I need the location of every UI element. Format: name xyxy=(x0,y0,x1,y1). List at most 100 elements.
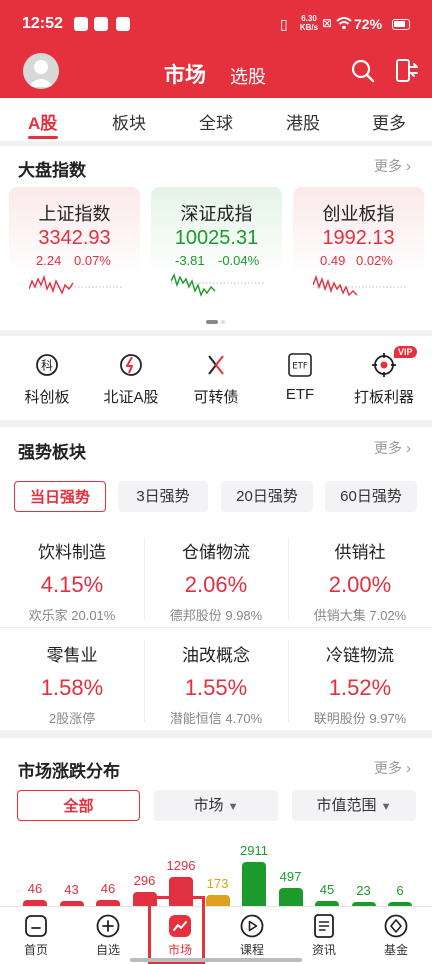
sector-change-pct: 4.15% xyxy=(40,572,104,597)
index-value: 1992.13 xyxy=(322,227,395,249)
shortcut-star-board[interactable]: 科 科创板 xyxy=(7,352,87,407)
filter-label: 市场 xyxy=(193,797,224,814)
distribution-more-link[interactable]: 更多 › xyxy=(374,758,411,778)
index-change: 0.49 xyxy=(320,253,346,268)
distribution-bar-label: 46 xyxy=(27,881,43,897)
divider xyxy=(144,538,145,620)
home-icon xyxy=(25,915,47,937)
distribution-bar-label: 45 xyxy=(319,881,335,897)
sector-name: 油改概念 xyxy=(182,646,250,665)
avatar[interactable] xyxy=(23,53,59,89)
index-change-pct: 0.07% xyxy=(74,253,111,268)
sector-card[interactable]: 冷链物流 1.52% 联明股份 9.97% xyxy=(288,641,432,727)
shortcut-etf[interactable]: ETF ETF xyxy=(260,352,340,403)
sector-card[interactable]: 供销社 2.00% 供销大集 7.02% xyxy=(288,538,432,624)
distribution-bar xyxy=(242,862,266,906)
distribution-section: 市场涨跌分布 更多 › 全部 市场 ▼ 市值范围 ▼ 46 43 46 296 1296 1… xyxy=(0,738,432,906)
shortcut-limit-up-tool[interactable]: 打板利器 xyxy=(344,352,424,407)
filter-20day-strong[interactable]: 20日强势 xyxy=(221,481,313,512)
nav-home[interactable]: 首页 xyxy=(6,913,66,958)
nav-news[interactable]: 资讯 xyxy=(294,913,354,958)
mail-icon xyxy=(94,17,108,31)
index-change-pct: 0.02% xyxy=(356,253,393,268)
distribution-bar-label: 2911 xyxy=(240,843,268,858)
switch-device-icon[interactable] xyxy=(394,57,420,85)
sector-name: 零售业 xyxy=(46,646,98,665)
more-label: 更多 xyxy=(374,760,402,776)
filter-3day-strong[interactable]: 3日强势 xyxy=(118,481,208,512)
status-bar: 12:52 ▯ 6.30 KB/s ⊠ 72% xyxy=(0,0,432,48)
filter-market-cap[interactable]: 市值范围 ▼ xyxy=(292,790,416,821)
section-title: 强势板块 xyxy=(18,443,86,462)
index-card-shanghai[interactable]: 上证指数 3342.93 2.24 0.07% xyxy=(9,187,140,316)
beijing-exchange-icon xyxy=(120,354,142,376)
status-time: 12:52 xyxy=(22,15,63,32)
caret-down-icon: ▼ xyxy=(227,801,239,813)
nav-label: 自选 xyxy=(95,943,120,957)
page-title[interactable]: 市场 xyxy=(164,59,206,89)
app-notification-icon xyxy=(116,17,130,31)
distribution-bar xyxy=(205,895,230,906)
index-card-chinext[interactable]: 创业板指 1992.13 0.49 0.02% xyxy=(293,187,424,316)
tab-hk-shares[interactable]: 港股 xyxy=(286,109,320,134)
sector-card[interactable]: 零售业 1.58% 2股涨停 xyxy=(0,641,144,727)
nav-fund[interactable]: 基金 xyxy=(366,913,426,958)
shortcut-label: 北证A股 xyxy=(103,389,159,406)
index-sparkline xyxy=(313,274,407,297)
nav-courses[interactable]: 课程 xyxy=(222,913,282,958)
tab-global[interactable]: 全球 xyxy=(199,109,233,134)
tab-a-shares[interactable]: A股 xyxy=(28,109,57,134)
index-card-shenzhen[interactable]: 深证成指 10025.31 -3.81 -0.04% xyxy=(151,187,282,316)
filter-all[interactable]: 全部 xyxy=(17,790,140,821)
distribution-bar-label: 173 xyxy=(206,876,229,892)
index-change: -3.81 xyxy=(175,253,205,268)
shortcut-label: 可转债 xyxy=(193,389,239,406)
sector-change-pct: 1.55% xyxy=(184,675,248,700)
battery-level: 72% xyxy=(354,16,383,32)
nav-watchlist[interactable]: 自选 xyxy=(78,913,138,958)
divider xyxy=(144,640,145,722)
chevron-right-icon: › xyxy=(406,158,411,175)
tab-sectors[interactable]: 板块 xyxy=(112,109,146,134)
shortcut-convertible-bond[interactable]: 可转债 xyxy=(176,352,256,407)
section-title: 大盘指数 xyxy=(18,161,86,180)
index-value: 3342.93 xyxy=(38,227,111,249)
more-label: 更多 xyxy=(374,158,402,174)
sector-card[interactable]: 饮料制造 4.15% 欢乐家 20.01% xyxy=(0,538,144,624)
sector-card[interactable]: 仓储物流 2.06% 德邦股份 9.98% xyxy=(144,538,288,624)
section-title: 市场涨跌分布 xyxy=(18,762,120,781)
distribution-bar-label: 296 xyxy=(133,872,156,888)
index-name: 上证指数 xyxy=(38,204,111,224)
caret-down-icon: ▼ xyxy=(380,801,392,813)
search-icon[interactable] xyxy=(350,58,376,84)
app-header: 12:52 ▯ 6.30 KB/s ⊠ 72% 市场 选股 xyxy=(0,0,432,98)
vibrate-icon: ▯ xyxy=(280,16,288,32)
notification-icon xyxy=(74,17,88,31)
news-icon xyxy=(314,914,334,938)
sector-card[interactable]: 油改概念 1.55% 潜能恒信 4.70% xyxy=(144,641,288,727)
sectors-more-link[interactable]: 更多 › xyxy=(374,438,411,458)
svg-text:ETF: ETF xyxy=(292,362,308,372)
nav-label: 基金 xyxy=(383,943,408,957)
stock-picker-tab[interactable]: 选股 xyxy=(230,63,266,89)
filter-today-strong[interactable]: 当日强势 xyxy=(14,481,106,512)
sector-name: 仓储物流 xyxy=(182,543,250,562)
distribution-bar-label: 43 xyxy=(64,881,79,897)
index-sparkline xyxy=(171,273,265,297)
sector-name: 冷链物流 xyxy=(326,646,394,665)
sector-change-pct: 2.06% xyxy=(184,572,248,597)
plus-circle-icon xyxy=(96,914,120,938)
shortcut-beijing-exchange[interactable]: 北证A股 xyxy=(91,352,171,407)
sector-name: 供销社 xyxy=(334,543,386,562)
filter-60day-strong[interactable]: 60日强势 xyxy=(325,481,417,512)
index-change-pct: -0.04% xyxy=(218,253,260,268)
tab-more[interactable]: 更多 xyxy=(372,109,406,134)
divider xyxy=(288,640,289,722)
index-more-link[interactable]: 更多 › xyxy=(374,156,411,176)
carousel-dot xyxy=(221,320,225,324)
etf-icon: ETF xyxy=(288,353,312,377)
sector-leader: 潜能恒信 4.70% xyxy=(169,711,263,726)
distribution-bar-label: 6 xyxy=(396,883,404,898)
more-label: 更多 xyxy=(374,440,402,456)
filter-market[interactable]: 市场 ▼ xyxy=(154,790,278,821)
